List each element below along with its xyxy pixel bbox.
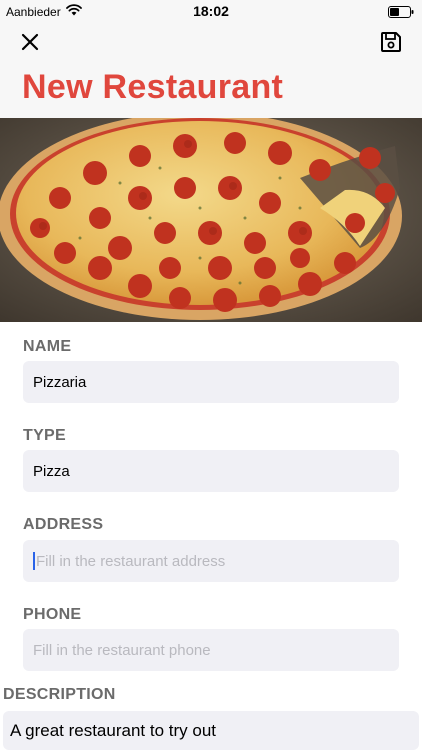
- phone-label: PHONE: [23, 606, 82, 623]
- type-value: Pizza: [33, 462, 70, 480]
- save-button[interactable]: [378, 31, 404, 57]
- status-bar: Aanbieder 18:02: [0, 0, 422, 22]
- close-icon: [21, 33, 39, 56]
- page-title: New Restaurant: [22, 68, 284, 106]
- type-field[interactable]: Pizza: [23, 450, 399, 492]
- name-value: Pizzaria: [33, 373, 87, 391]
- phone-field[interactable]: Fill in the restaurant phone: [23, 629, 399, 671]
- navigation-bar: New Restaurant: [0, 22, 422, 118]
- battery-icon: [388, 5, 414, 23]
- restaurant-photo[interactable]: [0, 118, 422, 322]
- name-label: NAME: [23, 338, 72, 355]
- address-field[interactable]: Fill in the restaurant address: [23, 540, 399, 582]
- text-cursor: [33, 552, 35, 570]
- description-label: DESCRIPTION: [3, 686, 116, 703]
- name-field[interactable]: Pizzaria: [23, 361, 399, 403]
- pizza-image: [0, 118, 422, 322]
- close-button[interactable]: [18, 32, 42, 56]
- floppy-disk-icon: [380, 31, 402, 58]
- description-value: A great restaurant to try out: [10, 720, 217, 740]
- status-time: 18:02: [193, 3, 229, 19]
- address-label: ADDRESS: [23, 516, 104, 533]
- address-placeholder: Fill in the restaurant address: [36, 552, 226, 570]
- phone-placeholder: Fill in the restaurant phone: [33, 641, 211, 659]
- description-field[interactable]: A great restaurant to try out: [3, 711, 419, 750]
- type-label: TYPE: [23, 427, 66, 444]
